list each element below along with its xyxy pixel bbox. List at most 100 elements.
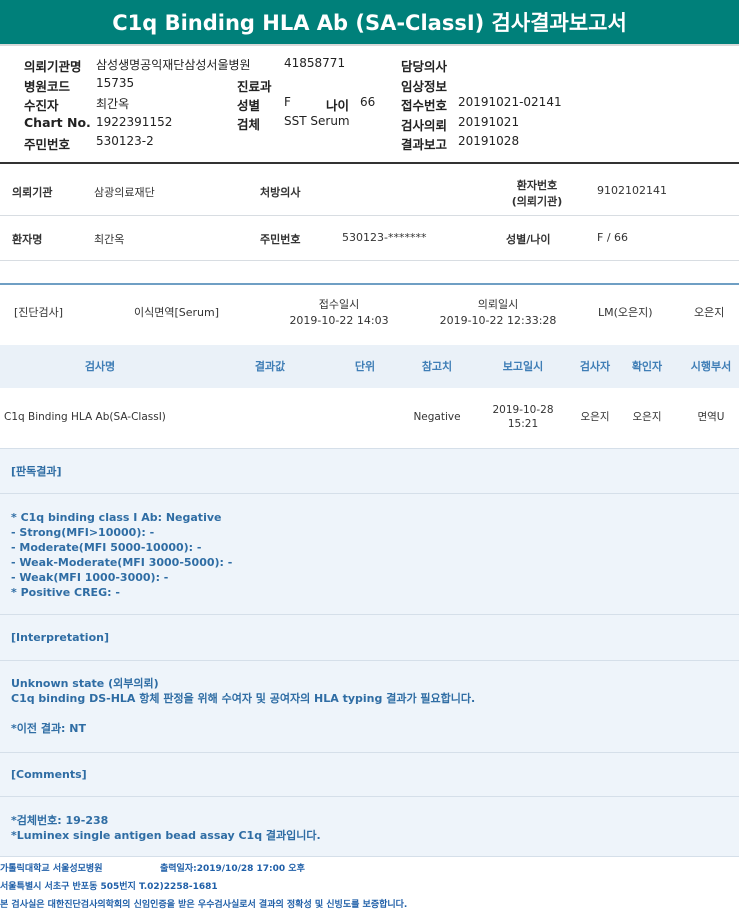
header-label-receipt-no: 접수번호 — [401, 98, 448, 113]
col-result: 결과값 — [254, 360, 286, 373]
patient-info-row-1: 의뢰기관 삼광의료재단 처방의사 환자번호 (의뢰기관) 9102102141 — [0, 165, 739, 215]
previous-result: *이전 결과: NT — [11, 722, 86, 735]
judgment-line: * Positive CREG: - — [11, 586, 120, 599]
comment-line: *검체번호: 19-238 — [11, 814, 109, 827]
header-label-doctor: 담당의사 — [401, 59, 448, 74]
judgment-line: - Strong(MFI>10000): - — [11, 526, 155, 539]
judgment-line: * C1q binding class I Ab: Negative — [11, 511, 222, 524]
patient-name-value: 최간옥 — [94, 233, 125, 246]
header-label-clinical-info: 임상정보 — [401, 79, 448, 94]
judgment-title: [판독결과] — [11, 465, 62, 478]
interpretation-line: C1q binding DS-HLA 항체 판정을 위해 수여자 및 공여자의 … — [11, 692, 476, 705]
footer-printed-date: 출력일자:2019/10/28 17:00 오후 — [160, 864, 305, 874]
report-footer: 가톨릭대학교 서울성모병원 출력일자:2019/10/28 17:00 오후 서… — [0, 857, 739, 923]
header-value-age: 66 — [360, 95, 376, 109]
header-value-request-date: 20191021 — [458, 115, 520, 129]
judgment-line: - Weak-Moderate(MFI 3000-5000): - — [11, 556, 233, 569]
results-table-header: 검사명 결과값 단위 참고치 보고일시 검사자 확인자 시행부서 — [0, 345, 739, 388]
header-label-hospital-code: 병원코드 — [24, 79, 71, 94]
patient-info-row-2: 환자명 최간옥 주민번호 530123-******* 성별/나이 F / 66 — [0, 216, 739, 260]
row-checker: 오은지 — [632, 411, 662, 423]
requested-value: 2019-10-22 12:33:28 — [439, 314, 557, 327]
header-value-institution: 삼성생명공익재단삼성서울병원 — [96, 58, 251, 72]
row-department: 면역U — [697, 411, 725, 423]
header-value-sex: F — [284, 95, 291, 109]
footer-certification: 본 검사실은 대한진단검사의학회의 신임인증을 받은 우수검사실로서 결과의 정… — [0, 900, 408, 910]
sex-age-label: 성별/나이 — [506, 233, 551, 246]
col-reference: 참고치 — [421, 360, 453, 373]
test-info-row: [진단검사] 이식면역[Serum] 접수일시 2019-10-22 14:03… — [0, 286, 739, 343]
col-checker: 확인자 — [631, 360, 663, 373]
received-label: 접수일시 — [318, 298, 360, 311]
header-label-report-date: 결과보고 — [401, 137, 448, 152]
judgment-section-header: [판독결과] — [0, 448, 739, 494]
interpretation-line: Unknown state (외부의뢰) — [11, 677, 159, 690]
header-label-department: 진료과 — [237, 79, 272, 94]
institution-label: 의뢰기관 — [12, 186, 53, 199]
judgment-section-body: * C1q binding class I Ab: Negative - Str… — [0, 494, 739, 615]
patient-bottom-divider — [0, 260, 739, 261]
header-value-report-date: 20191028 — [458, 134, 520, 148]
header-label-chart-no: Chart No. — [24, 115, 91, 130]
header-label-age: 나이 — [326, 98, 350, 113]
test-specimen: 이식면역[Serum] — [134, 306, 220, 319]
received-value: 2019-10-22 14:03 — [289, 314, 389, 327]
row-test-name: C1q Binding HLA Ab(SA-ClassI) — [4, 411, 166, 423]
header-value-ward-code: 41858771 — [284, 56, 346, 70]
patient-name-label: 환자명 — [12, 233, 43, 246]
col-tester: 검사자 — [579, 360, 611, 373]
row-report-time: 15:21 — [507, 418, 539, 430]
sex-age-value: F / 66 — [597, 231, 629, 244]
institution-value: 삼광의료재단 — [94, 186, 155, 199]
comment-line: *Luminex single antigen bead assay C1q 결… — [11, 829, 321, 842]
lm-person: LM(오은지) — [598, 306, 653, 319]
header-divider — [0, 162, 739, 164]
header-value-receipt-no: 20191021-02141 — [458, 95, 562, 109]
patient-no-label-line-2: (의뢰기관) — [511, 195, 563, 208]
received-datetime: 접수일시 2019-10-22 14:03 — [280, 297, 398, 329]
comments-title: [Comments] — [11, 768, 87, 781]
patient-no-label: 환자번호 (의뢰기관) — [506, 177, 568, 209]
doctor-label: 처방의사 — [260, 186, 301, 199]
judgment-line: - Weak(MFI 1000-3000): - — [11, 571, 169, 584]
requested-label: 의뢰일시 — [477, 298, 519, 311]
interpretation-section-header: [Interpretation] — [0, 615, 739, 661]
ssn-label: 주민번호 — [260, 233, 301, 246]
footer-hospital: 가톨릭대학교 서울성모병원 — [0, 864, 103, 874]
requested-datetime: 의뢰일시 2019-10-22 12:33:28 — [436, 297, 560, 329]
header-value-chart-no: 1922391152 — [96, 115, 173, 129]
col-test-name: 검사명 — [84, 360, 116, 373]
header-label-sex: 성별 — [237, 98, 261, 113]
header-label-institution: 의뢰기관명 — [24, 59, 82, 74]
patient-no-value: 9102102141 — [597, 184, 667, 197]
row-tester: 오은지 — [580, 411, 610, 423]
col-department: 시행부서 — [690, 360, 732, 373]
comments-section-body: *검체번호: 19-238 *Luminex single antigen be… — [0, 797, 739, 857]
report-title: C1q Binding HLA Ab (SA-ClassI) 검사결과보고서 — [0, 0, 739, 46]
col-report-datetime: 보고일시 — [502, 360, 544, 373]
interpretation-section-body: Unknown state (외부의뢰) C1q binding DS-HLA … — [0, 661, 739, 753]
header-label-request-date: 검사의뢰 — [401, 118, 448, 133]
header-value-specimen: SST Serum — [284, 114, 350, 128]
header-label-patient: 수진자 — [24, 98, 59, 113]
row-report-datetime: 2019-10-28 15:21 — [483, 403, 563, 431]
row-reference: Negative — [413, 411, 461, 423]
patient-no-label-line-1: 환자번호 — [516, 179, 558, 192]
header-label-ssn: 주민번호 — [24, 137, 71, 152]
comments-section-header: [Comments] — [0, 753, 739, 797]
test-category: [진단검사] — [14, 306, 64, 319]
ssn-value: 530123-******* — [342, 231, 427, 244]
row-report-date: 2019-10-28 — [492, 404, 554, 416]
interpretation-title: [Interpretation] — [11, 631, 109, 644]
judgment-line: - Moderate(MFI 5000-10000): - — [11, 541, 202, 554]
test-person: 오은지 — [694, 306, 725, 319]
report-header: 의뢰기관명 삼성생명공익재단삼성서울병원 41858771 담당의사 병원코드 … — [0, 50, 739, 162]
footer-address: 서울특별시 서초구 반포동 505번지 T.02)2258-1681 — [0, 882, 218, 892]
header-value-hospital-code: 15735 — [96, 76, 135, 90]
section-divider — [0, 283, 739, 285]
header-label-specimen: 검체 — [237, 117, 261, 132]
header-value-ssn: 530123-2 — [96, 134, 154, 148]
table-row: C1q Binding HLA Ab(SA-ClassI) Negative 2… — [0, 389, 739, 447]
col-unit: 단위 — [354, 360, 376, 373]
header-value-patient: 최간옥 — [96, 97, 130, 111]
